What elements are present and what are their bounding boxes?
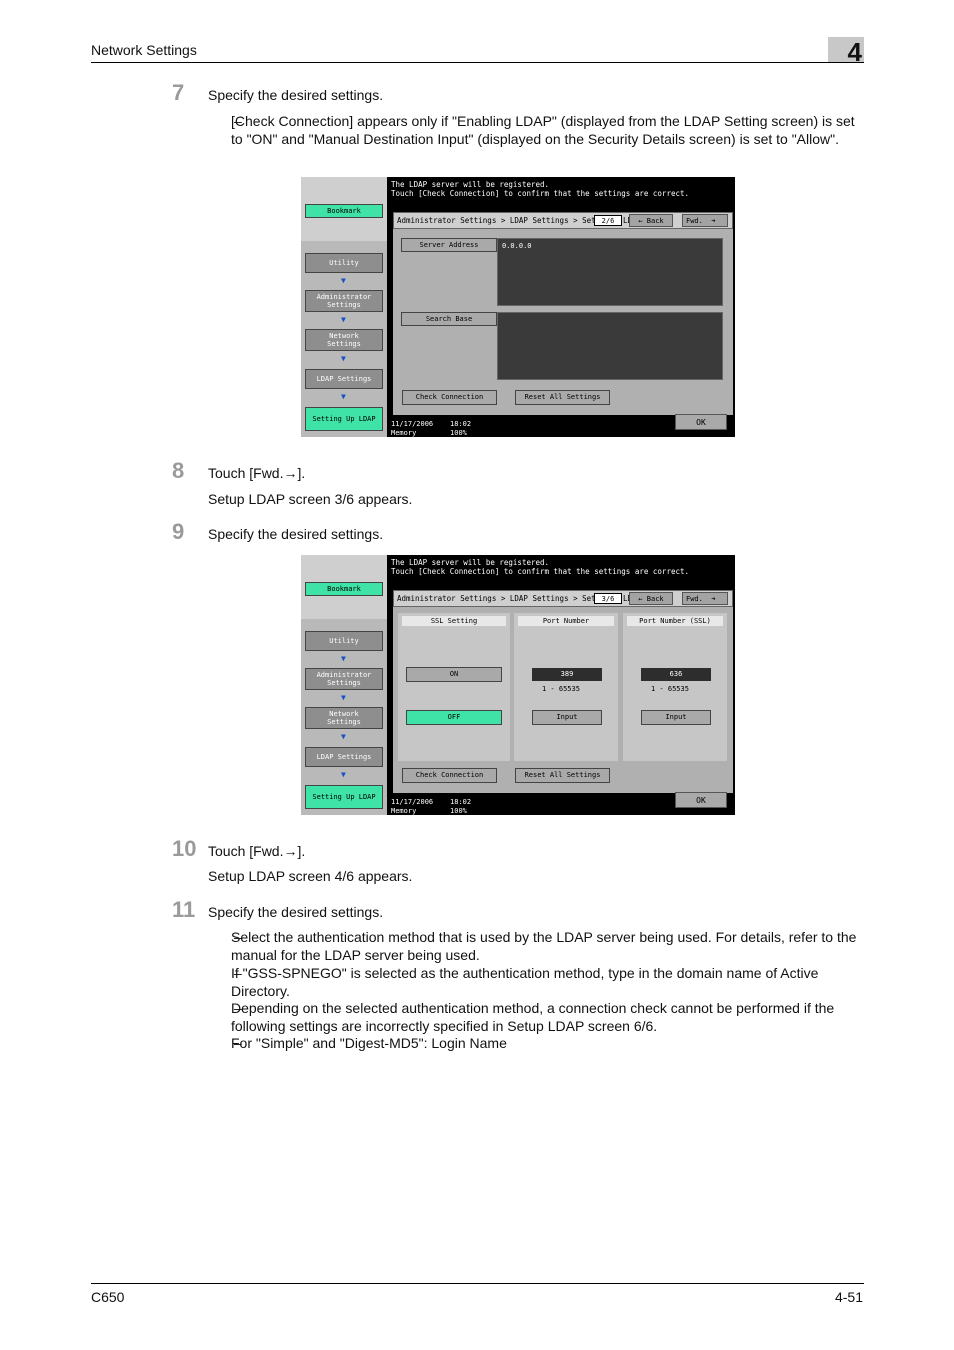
- check-connection-button[interactable]: Check Connection: [402, 390, 497, 405]
- message-line-1: The LDAP server will be registered.: [391, 180, 550, 189]
- utility-button[interactable]: Utility: [305, 253, 383, 273]
- step-11-bullet: Depending on the selected authentication…: [231, 1000, 835, 1034]
- ldap-settings-button[interactable]: LDAP Settings: [305, 369, 383, 389]
- back-button[interactable]: ← Back: [629, 214, 673, 227]
- message-line-2: Touch [Check Connection] to confirm that…: [391, 189, 690, 198]
- port-number-ssl-header: Port Number (SSL): [627, 616, 723, 626]
- step-11-bullet: For "Simple" and "Digest-MD5": Login Nam…: [231, 1035, 507, 1051]
- arrow-down-icon: ▼: [341, 354, 346, 363]
- step-10-text: Touch [Fwd.→].: [208, 843, 306, 859]
- network-settings-button[interactable]: Network Settings: [305, 707, 383, 729]
- step-11-text: Specify the desired settings.: [208, 904, 384, 920]
- ssl-setting-header: SSL Setting: [402, 616, 506, 626]
- arrow-down-icon: ▼: [341, 770, 346, 779]
- ssl-setting-column: SSL Setting ON OFF: [398, 613, 510, 761]
- footer-rule: [91, 1283, 864, 1284]
- port-number-header: Port Number: [518, 616, 614, 626]
- step-number-8: 8: [172, 458, 185, 483]
- arrow-down-icon: ▼: [341, 276, 346, 285]
- utility-button[interactable]: Utility: [305, 631, 383, 651]
- setting-up-ldap-button[interactable]: Setting Up LDAP: [305, 785, 383, 809]
- step-number-7: 7: [172, 80, 185, 105]
- arrow-down-icon: ▼: [341, 732, 346, 741]
- message-line-1: The LDAP server will be registered.: [391, 558, 550, 567]
- port-number-ssl-value: 636: [641, 668, 711, 681]
- screenshot-ldap-2-6: Bookmark Utility ▼ Administrator Setting…: [301, 177, 735, 437]
- step-number-10: 10: [172, 836, 197, 861]
- chapter-number: 4: [828, 37, 864, 67]
- port-number-input-button[interactable]: Input: [532, 710, 602, 725]
- ok-button[interactable]: OK: [675, 414, 727, 430]
- reset-all-settings-button[interactable]: Reset All Settings: [515, 390, 610, 405]
- server-address-button[interactable]: Server Address: [401, 238, 497, 252]
- page-indicator: 3/6: [594, 593, 622, 604]
- date-time: 11/17/2006 18:02: [391, 420, 472, 428]
- step-11-bullet: Select the authentication method that is…: [231, 929, 857, 963]
- search-base-button[interactable]: Search Base: [401, 312, 497, 326]
- bookmark-button[interactable]: Bookmark: [305, 204, 383, 218]
- date-time: 11/17/2006 18:02: [391, 798, 472, 806]
- page-indicator: 2/6: [594, 215, 622, 226]
- step-7-text: Specify the desired settings.: [208, 87, 384, 103]
- step-10-result: Setup LDAP screen 4/6 appears.: [208, 868, 413, 884]
- port-number-column: Port Number 389 1 - 65535 Input: [514, 613, 618, 761]
- ssl-on-button[interactable]: ON: [406, 667, 502, 682]
- screenshot-ldap-3-6: Bookmark Utility ▼ Administrator Setting…: [301, 555, 735, 815]
- arrow-down-icon: ▼: [341, 693, 346, 702]
- search-base-value: [497, 312, 723, 380]
- step-8-result: Setup LDAP screen 3/6 appears.: [208, 491, 413, 507]
- memory-status: Memory 100%: [391, 429, 467, 437]
- fwd-button[interactable]: Fwd. ➜: [682, 592, 728, 605]
- memory-status: Memory 100%: [391, 807, 467, 815]
- arrow-down-icon: ▼: [341, 315, 346, 324]
- main-panel: SSL Setting ON OFF Port Number 389 1 - 6…: [393, 607, 733, 793]
- bookmark-button[interactable]: Bookmark: [305, 582, 383, 596]
- step-9-text: Specify the desired settings.: [208, 526, 384, 542]
- check-connection-button[interactable]: Check Connection: [402, 768, 497, 783]
- ldap-settings-button[interactable]: LDAP Settings: [305, 747, 383, 767]
- step-11-bullet: If "GSS-SPNEGO" is selected as the authe…: [231, 965, 819, 999]
- breadcrumb-text: Administrator Settings > LDAP Settings >…: [397, 216, 601, 225]
- footer-model: C650: [91, 1289, 125, 1305]
- port-number-ssl-column: Port Number (SSL) 636 1 - 65535 Input: [623, 613, 727, 761]
- network-settings-button[interactable]: Network Settings: [305, 329, 383, 351]
- step-number-11: 11: [172, 897, 196, 922]
- step-number-9: 9: [172, 519, 185, 544]
- arrow-down-icon: ▼: [341, 654, 346, 663]
- arrow-down-icon: ▼: [341, 392, 346, 401]
- ok-button[interactable]: OK: [675, 792, 727, 808]
- step-7-note: [Check Connection] appears only if "Enab…: [231, 113, 855, 147]
- back-button[interactable]: ← Back: [629, 592, 673, 605]
- main-panel: Server Address 0.0.0.0 Search Base Check…: [393, 229, 733, 415]
- fwd-button[interactable]: Fwd. ➜: [682, 214, 728, 227]
- port-number-ssl-input-button[interactable]: Input: [641, 710, 711, 725]
- setting-up-ldap-button[interactable]: Setting Up LDAP: [305, 407, 383, 431]
- running-header-title: Network Settings: [91, 42, 197, 58]
- message-line-2: Touch [Check Connection] to confirm that…: [391, 567, 690, 576]
- footer-page-number: 4-51: [834, 1289, 863, 1305]
- port-number-value: 389: [532, 668, 602, 681]
- header-rule: [91, 62, 864, 63]
- reset-all-settings-button[interactable]: Reset All Settings: [515, 768, 610, 783]
- ssl-off-button[interactable]: OFF: [406, 710, 502, 725]
- breadcrumb-text: Administrator Settings > LDAP Settings >…: [397, 594, 601, 603]
- breadcrumb: Administrator Settings > LDAP Settings >…: [393, 590, 733, 607]
- step-8-text: Touch [Fwd.→].: [208, 465, 306, 481]
- admin-settings-button[interactable]: Administrator Settings: [305, 290, 383, 312]
- port-number-ssl-range: 1 - 65535: [651, 685, 689, 693]
- breadcrumb: Administrator Settings > LDAP Settings >…: [393, 212, 733, 229]
- admin-settings-button[interactable]: Administrator Settings: [305, 668, 383, 690]
- server-address-value: 0.0.0.0: [497, 238, 723, 306]
- port-number-range: 1 - 65535: [542, 685, 580, 693]
